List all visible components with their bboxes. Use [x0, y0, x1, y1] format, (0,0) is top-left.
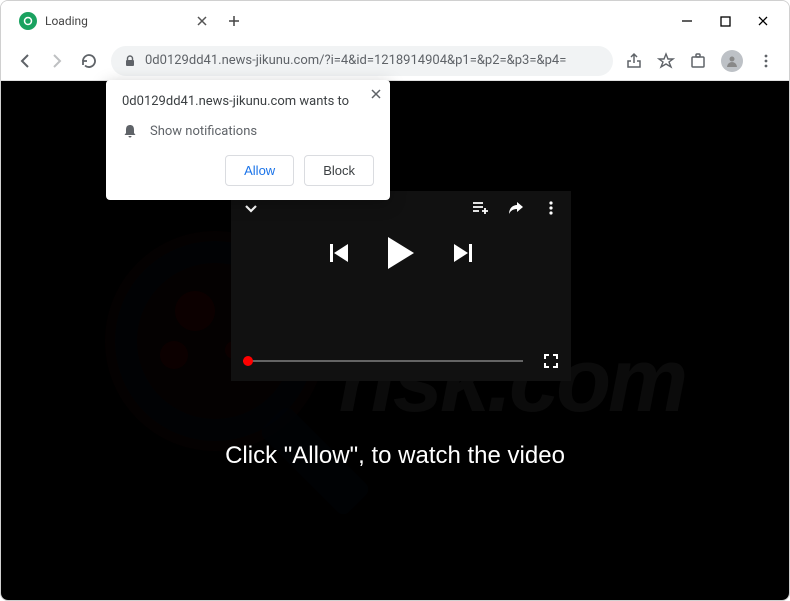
instruction-text: Click "Allow", to watch the video — [1, 442, 789, 470]
title-bar: Loading — [1, 1, 789, 41]
playlist-add-icon[interactable] — [471, 199, 489, 217]
reload-icon[interactable] — [79, 51, 99, 71]
block-button[interactable]: Block — [304, 155, 374, 186]
notification-popup: 0d0129dd41.news-jikunu.com wants to Show… — [106, 80, 390, 200]
minimize-icon[interactable] — [679, 13, 695, 29]
share-icon[interactable] — [625, 52, 643, 70]
fullscreen-icon[interactable] — [543, 353, 559, 369]
browser-tab[interactable]: Loading — [9, 6, 219, 36]
popup-close-icon[interactable] — [370, 88, 382, 100]
skip-previous-icon[interactable] — [330, 244, 348, 262]
chevron-down-icon[interactable] — [243, 200, 259, 216]
more-vert-icon[interactable] — [543, 200, 559, 216]
tab-title: Loading — [45, 14, 187, 28]
extension-icon[interactable] — [689, 52, 707, 70]
window-controls — [679, 13, 781, 29]
address-bar[interactable]: 0d0129dd41.news-jikunu.com/?i=4&id=12189… — [111, 46, 613, 76]
url-text: 0d0129dd41.news-jikunu.com/?i=4&id=12189… — [145, 53, 566, 68]
share-forward-icon[interactable] — [507, 199, 525, 217]
back-icon[interactable] — [15, 51, 35, 71]
star-icon[interactable] — [657, 52, 675, 70]
lock-icon — [123, 54, 137, 68]
maximize-icon[interactable] — [717, 13, 733, 29]
new-tab-icon[interactable] — [227, 14, 241, 28]
allow-button[interactable]: Allow — [225, 155, 294, 186]
close-icon[interactable] — [755, 13, 771, 29]
notification-site: 0d0129dd41.news-jikunu.com wants to — [122, 94, 374, 109]
toolbar: 0d0129dd41.news-jikunu.com/?i=4&id=12189… — [1, 41, 789, 81]
video-player — [231, 191, 571, 381]
notification-text: Show notifications — [150, 124, 257, 139]
favicon-icon — [19, 12, 37, 30]
progress-bar[interactable] — [243, 360, 523, 362]
profile-icon[interactable] — [721, 50, 743, 72]
skip-next-icon[interactable] — [454, 244, 472, 262]
forward-icon[interactable] — [47, 51, 67, 71]
menu-icon[interactable] — [757, 52, 775, 70]
tab-close-icon[interactable] — [195, 14, 209, 28]
toolbar-icons — [625, 50, 775, 72]
play-icon[interactable] — [388, 237, 414, 269]
bell-icon — [122, 123, 138, 139]
